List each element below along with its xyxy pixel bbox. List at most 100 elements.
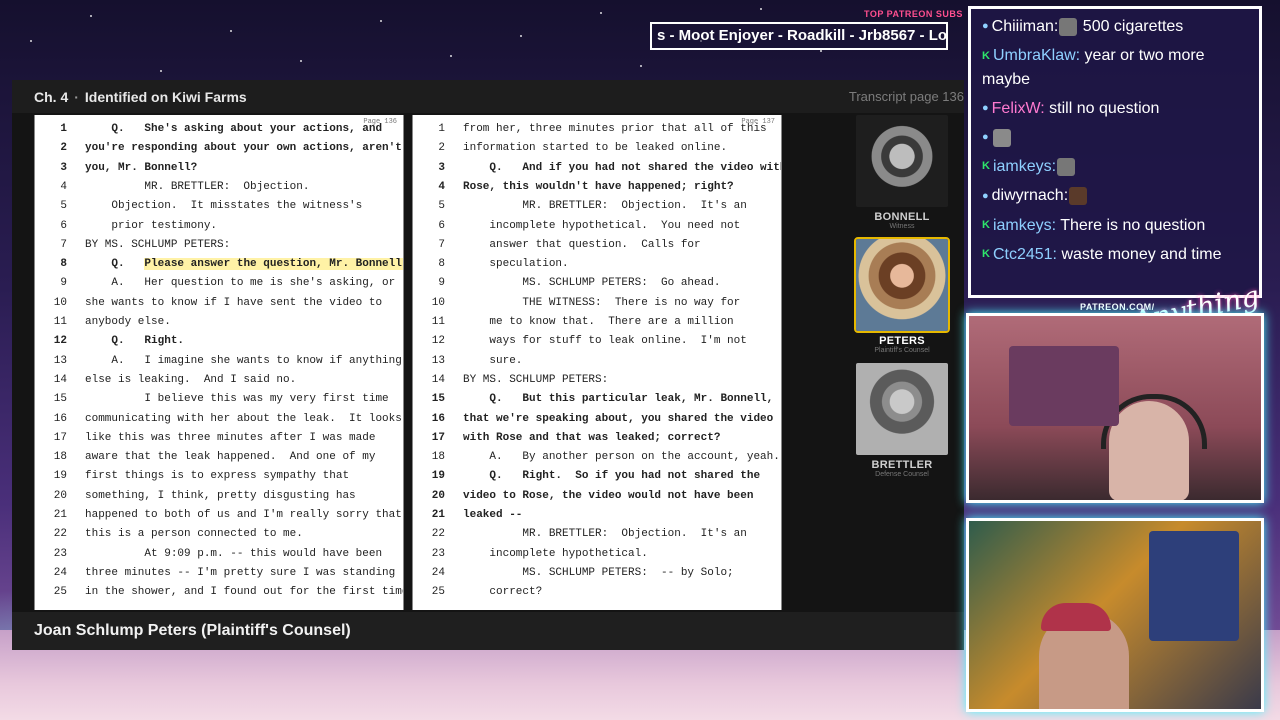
- line-text: speculation.: [463, 258, 569, 271]
- line-number: 14: [431, 373, 445, 386]
- transcript-line: 8 speculation.: [413, 258, 781, 277]
- line-number: 21: [53, 509, 67, 521]
- line-number: 10: [53, 296, 67, 309]
- line-text: Q. And if you had not shared the video w…: [463, 161, 782, 174]
- chat-panel: ● Chiiiman: 500 cigarettes K UmbraKlaw: yea…: [968, 6, 1262, 298]
- line-number: 8: [438, 258, 445, 271]
- cap-icon: [1041, 603, 1111, 631]
- chat-username[interactable]: Ctc2451:: [993, 246, 1057, 263]
- transcript-line: 24 three minutes -- I'm pretty sure I was…: [35, 567, 403, 586]
- line-text: you, Mr. Bonnell?: [85, 161, 198, 174]
- line-number: 4: [438, 180, 445, 193]
- cast-name: BONNELL: [874, 211, 930, 223]
- transcript-line: 14 else is leaking. And I said no.: [35, 374, 403, 393]
- line-number: 20: [431, 489, 445, 502]
- line-text: MS. SCHLUMP PETERS: Go ahead.: [463, 277, 721, 290]
- star: [760, 8, 762, 10]
- chat-username[interactable]: diwyrnach:: [992, 187, 1068, 204]
- line-text: three minutes -- I'm pretty sure I was s…: [85, 566, 396, 579]
- line-number: 22: [431, 528, 445, 541]
- line-number: 6: [438, 219, 445, 232]
- badge-icon: K: [982, 49, 990, 62]
- line-number: 7: [60, 238, 67, 251]
- line-text: Q. She's asking about your actions, and: [85, 123, 383, 135]
- line-text: A. By another person on the account, yea…: [463, 451, 780, 464]
- line-number: 16: [53, 412, 67, 425]
- chat-message: Kiamkeys: There is no question: [982, 214, 1251, 237]
- transcript-line: 7 BY MS. SCHLUMP PETERS:: [35, 239, 403, 258]
- star: [230, 30, 232, 32]
- line-text: video to Rose, the video would not have …: [463, 489, 754, 502]
- badge-icon: K: [982, 248, 990, 261]
- line-text: MR. BRETTLER: Objection.: [85, 180, 310, 193]
- highlighted-text: Please answer the question, Mr. Bonnell.: [144, 258, 403, 271]
- transcript-line: 2 information started to be leaked online…: [413, 142, 781, 161]
- chat-message: K UmbraKlaw: year or two more maybe: [982, 44, 1251, 90]
- transcript-line: 16 communicating with her about the leak.…: [35, 413, 403, 432]
- transcript-line: 10 she wants to know if I have sent the v…: [35, 297, 403, 316]
- emote-icon: [1057, 157, 1076, 176]
- line-number: 16: [431, 412, 445, 425]
- transcript-line: 25 correct?: [413, 586, 781, 605]
- line-text: Q. Please answer the question, Mr. Bonne…: [85, 258, 403, 271]
- transcript-page-label: Transcript page 136: [848, 89, 964, 104]
- transcript-line: 16 that we're speaking about, you shared …: [413, 413, 781, 432]
- star: [30, 40, 32, 42]
- line-number: 19: [431, 470, 445, 483]
- transcript-line: 6 prior testimony.: [35, 220, 403, 239]
- line-number: 5: [60, 200, 67, 213]
- badge-icon: ●: [982, 189, 989, 202]
- line-text: A. Her question to me is she's asking, o…: [85, 277, 396, 290]
- cast-role: Defense Counsel: [875, 471, 929, 478]
- line-text: BY MS. SCHLUMP PETERS:: [85, 238, 231, 251]
- transcript-line: 6 incomplete hypothetical. You need not: [413, 220, 781, 239]
- line-text: anybody else.: [85, 316, 171, 328]
- transcript-line: 11 me to know that. There are a million: [413, 316, 781, 335]
- line-number: 20: [53, 489, 67, 502]
- line-text: incomplete hypothetical.: [463, 547, 648, 560]
- chat-username[interactable]: iamkeys:: [993, 158, 1056, 175]
- chat-text: There is no question: [1056, 216, 1206, 234]
- line-text: A. I imagine she wants to know if anythi…: [85, 354, 402, 367]
- transcript-line: 4 Rose, this wouldn't have happened; righ…: [413, 181, 781, 200]
- brettler-photo: [856, 363, 948, 455]
- line-text: information started to be leaked online.: [463, 142, 728, 155]
- transcript-line: 20 something, I think, pretty disgusting …: [35, 490, 403, 509]
- transcript-page-left: Page 136 1 Q. She's asking about your ac…: [34, 115, 404, 610]
- line-text: prior testimony.: [85, 219, 218, 232]
- line-number: 18: [53, 451, 67, 464]
- line-number: 24: [53, 566, 67, 579]
- chapter-number: Ch. 4: [34, 89, 69, 105]
- transcript-line: 17 like this was three minutes after I wa…: [35, 432, 403, 451]
- transcript-line: 12 ways for stuff to leak online. I'm no…: [413, 335, 781, 354]
- chat-message: ● Chiiiman: 500 cigarettes: [982, 15, 1251, 38]
- star: [820, 50, 822, 52]
- line-number: 9: [60, 277, 67, 290]
- line-number: 2: [60, 142, 67, 155]
- chat-username[interactable]: Chiiiman:: [992, 18, 1059, 35]
- line-text: Q. Right. So if you had not shared the: [463, 470, 761, 483]
- line-number: 2: [438, 142, 445, 155]
- line-number: 11: [53, 316, 67, 328]
- webcam-bottom: [966, 518, 1264, 712]
- badge-icon: K: [982, 218, 990, 231]
- line-text: answer that question. Calls for: [463, 238, 701, 251]
- line-number: 25: [53, 586, 67, 599]
- chat-username[interactable]: UmbraKlaw:: [993, 47, 1080, 64]
- line-text: THE WITNESS: There is no way for: [463, 296, 741, 309]
- peters-photo: [854, 237, 950, 333]
- line-text: something, I think, pretty disgusting ha…: [85, 489, 356, 502]
- line-number: 1: [438, 123, 445, 135]
- chat-username[interactable]: FelixW:: [992, 100, 1045, 117]
- chat-username[interactable]: iamkeys:: [993, 217, 1056, 234]
- star: [90, 15, 92, 17]
- line-number: 1: [60, 123, 67, 135]
- transcript-line: 9 MS. SCHLUMP PETERS: Go ahead.: [413, 277, 781, 296]
- transcript-page-right: Page 137 1 from her, three minutes prior …: [412, 115, 782, 610]
- transcript-line: 13 A. I imagine she wants to know if any…: [35, 355, 403, 374]
- speaker-caption: Joan Schlump Peters (Plaintiff's Counsel…: [12, 612, 964, 650]
- star: [600, 12, 602, 14]
- transcript-line: 23 incomplete hypothetical.: [413, 548, 781, 567]
- line-number: 18: [431, 451, 445, 464]
- line-text: I believe this was my very first time: [85, 393, 389, 406]
